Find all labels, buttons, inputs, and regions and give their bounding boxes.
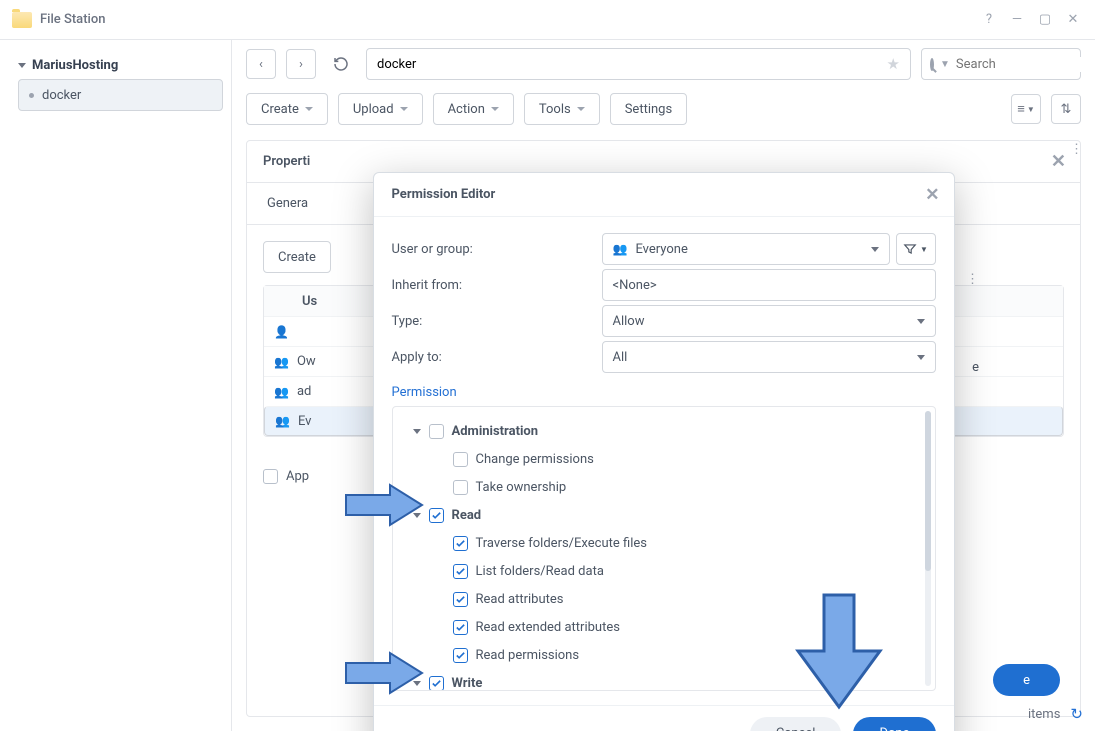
- search-icon: [930, 58, 934, 71]
- more-icon[interactable]: ⋮: [1070, 142, 1083, 157]
- people-icon: 👥: [274, 385, 289, 399]
- type-label: Type:: [392, 314, 602, 329]
- sidebar-root[interactable]: MariusHosting: [8, 52, 223, 79]
- perm-administration[interactable]: Administration: [405, 417, 923, 445]
- inherit-label: Inherit from:: [392, 278, 602, 293]
- path-input[interactable]: [377, 57, 887, 72]
- col-user: Us: [302, 294, 317, 309]
- refresh-icon[interactable]: ↻: [1070, 705, 1083, 723]
- dialog-title: Permission Editor: [392, 187, 496, 202]
- save-button[interactable]: e: [993, 664, 1060, 696]
- peek-text: e: [972, 360, 979, 375]
- sidebar-root-label: MariusHosting: [32, 58, 118, 73]
- checkbox[interactable]: [453, 480, 468, 495]
- permission-tree: Administration Change permissions Take o…: [392, 406, 936, 691]
- sidebar-item-label: docker: [42, 88, 81, 103]
- permission-editor-dialog: Permission Editor ✕ User or group: 👥 Eve…: [373, 172, 955, 731]
- bullet-icon: [29, 93, 34, 98]
- checkbox[interactable]: [429, 508, 444, 523]
- type-select[interactable]: Allow: [602, 305, 936, 337]
- chevron-down-icon: [917, 355, 925, 360]
- chevron-down-icon: [871, 247, 879, 252]
- path-input-container[interactable]: ★: [366, 48, 911, 80]
- close-icon[interactable]: ✕: [1063, 10, 1083, 30]
- checkbox[interactable]: [453, 564, 468, 579]
- apply-checkbox[interactable]: [263, 469, 278, 484]
- perm-read[interactable]: Read: [405, 501, 923, 529]
- window-title: File Station: [40, 12, 105, 27]
- chevron-down-icon: [413, 681, 421, 686]
- forward-button[interactable]: ›: [286, 49, 316, 79]
- create-button[interactable]: Create: [263, 241, 331, 273]
- perm-change-permissions[interactable]: Change permissions: [405, 445, 923, 473]
- done-button[interactable]: Done: [853, 717, 935, 731]
- people-icon: 👥: [274, 355, 289, 369]
- chevron-down-icon: [917, 319, 925, 324]
- app-window: File Station ? — ▢ ✕ MariusHosting docke…: [0, 0, 1095, 731]
- minimize-icon[interactable]: —: [1007, 10, 1027, 30]
- scrollbar[interactable]: [925, 411, 931, 686]
- properties-title: Properti: [263, 154, 310, 169]
- search-box[interactable]: ▼: [921, 48, 1081, 80]
- cancel-button[interactable]: Cancel: [750, 717, 842, 731]
- tab-general[interactable]: Genera: [247, 183, 328, 224]
- user-group-label: User or group:: [392, 242, 602, 257]
- checkbox[interactable]: [453, 592, 468, 607]
- person-icon: 👤: [274, 325, 289, 339]
- checkbox[interactable]: [453, 452, 468, 467]
- more-icon[interactable]: ⋮: [966, 272, 979, 287]
- apply-label: App: [286, 469, 309, 484]
- applyto-select[interactable]: All: [602, 341, 936, 373]
- sort-button[interactable]: ⇅: [1051, 94, 1081, 124]
- folder-icon: [12, 12, 32, 28]
- sidebar-item-docker[interactable]: docker: [18, 79, 223, 111]
- chevron-down-icon: [413, 429, 421, 434]
- checkbox[interactable]: [453, 536, 468, 551]
- search-input[interactable]: [956, 57, 1095, 72]
- inherit-input[interactable]: <None>: [602, 269, 936, 301]
- action-toolbar: Create Upload Action Tools Settings ≡▼ ⇅: [232, 88, 1095, 130]
- perm-take-ownership[interactable]: Take ownership: [405, 473, 923, 501]
- chevron-down-icon: [413, 513, 421, 518]
- perm-list[interactable]: List folders/Read data: [405, 557, 923, 585]
- filter-button[interactable]: ▼: [896, 233, 936, 265]
- checkbox[interactable]: [429, 424, 444, 439]
- maximize-icon[interactable]: ▢: [1035, 10, 1055, 30]
- close-icon[interactable]: ✕: [1051, 151, 1066, 172]
- applyto-label: Apply to:: [392, 350, 602, 365]
- titlebar: File Station ? — ▢ ✕: [0, 0, 1095, 40]
- sidebar: MariusHosting docker: [0, 40, 232, 731]
- perm-traverse[interactable]: Traverse folders/Execute files: [405, 529, 923, 557]
- main-area: ‹ › ★ ▼ Create Upload Action: [232, 40, 1095, 731]
- tools-button[interactable]: Tools: [524, 93, 600, 125]
- create-button[interactable]: Create: [246, 93, 328, 125]
- chevron-down-icon: ▼: [940, 59, 950, 70]
- back-button[interactable]: ‹: [246, 49, 276, 79]
- help-icon[interactable]: ?: [979, 10, 999, 30]
- perm-read-perm[interactable]: Read permissions: [405, 641, 923, 669]
- view-list-button[interactable]: ≡▼: [1011, 94, 1041, 124]
- chevron-down-icon: [18, 63, 26, 68]
- status-items: items: [1028, 707, 1060, 722]
- close-icon[interactable]: ✕: [925, 185, 939, 205]
- settings-button[interactable]: Settings: [610, 93, 687, 125]
- nav-toolbar: ‹ › ★ ▼: [232, 40, 1095, 88]
- perm-read-attr[interactable]: Read attributes: [405, 585, 923, 613]
- people-icon: 👥: [613, 242, 628, 256]
- checkbox[interactable]: [453, 620, 468, 635]
- permission-heading: Permission: [392, 385, 936, 400]
- status-bar: items ↻: [1028, 705, 1083, 723]
- star-icon[interactable]: ★: [887, 55, 900, 73]
- user-group-select[interactable]: 👥 Everyone: [602, 233, 890, 265]
- perm-write[interactable]: Write: [405, 669, 923, 691]
- perm-read-ext-attr[interactable]: Read extended attributes: [405, 613, 923, 641]
- refresh-button[interactable]: [326, 49, 356, 79]
- people-icon: 👥: [275, 414, 290, 428]
- checkbox[interactable]: [429, 676, 444, 691]
- upload-button[interactable]: Upload: [338, 93, 423, 125]
- action-button[interactable]: Action: [433, 93, 514, 125]
- checkbox[interactable]: [453, 648, 468, 663]
